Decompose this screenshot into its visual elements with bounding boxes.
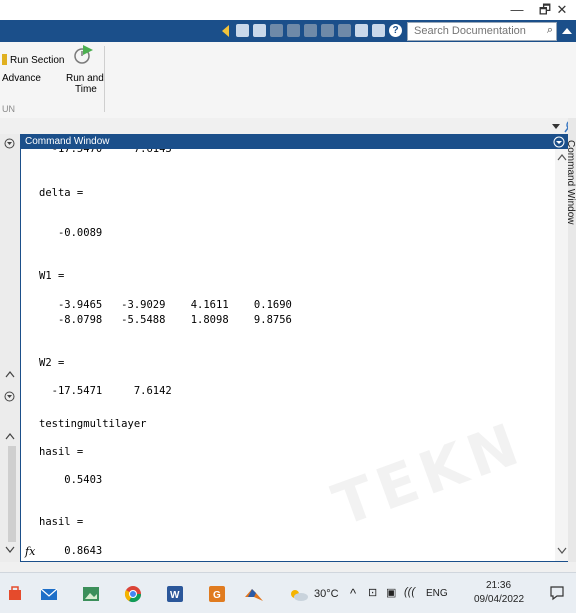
current-folder-bar xyxy=(0,118,576,134)
command-output-line: -0.0089 xyxy=(39,227,103,239)
command-output-line: W2 = xyxy=(39,357,65,369)
undo-icon[interactable] xyxy=(304,24,317,37)
ppt-app-icon[interactable]: G xyxy=(208,585,226,603)
panel-options-icon-2[interactable] xyxy=(4,391,15,402)
save-icon[interactable] xyxy=(253,24,266,37)
svg-text:W: W xyxy=(170,590,180,601)
command-output-line: delta = xyxy=(39,187,84,199)
quick-access-toolbar: ? ⌕ xyxy=(0,20,576,42)
search-box[interactable]: ⌕ xyxy=(407,22,557,41)
ribbon: Run Section Advance Run and Time UN xyxy=(0,42,576,119)
network-icon[interactable]: ⊡ xyxy=(368,586,377,599)
run-and-time-label-2[interactable]: Time xyxy=(75,84,97,95)
chevron-up-icon-2[interactable] xyxy=(5,432,15,440)
command-output-line: -8.0798 -5.5488 1.8098 9.8756 xyxy=(39,314,292,326)
display-icon[interactable]: ▣ xyxy=(386,586,396,599)
clock-time[interactable]: 21:36 xyxy=(486,580,511,591)
left-panel xyxy=(0,134,21,562)
chevron-left-icon[interactable] xyxy=(219,24,233,38)
command-window-titlebar[interactable]: Command Window xyxy=(21,135,569,149)
run-and-time-icon[interactable] xyxy=(72,44,94,66)
photos-icon[interactable] xyxy=(82,585,100,603)
word-icon[interactable]: W xyxy=(166,585,184,603)
advance-button[interactable]: Advance xyxy=(2,73,41,84)
store-icon[interactable] xyxy=(6,585,24,603)
cut-icon[interactable] xyxy=(270,24,283,37)
copy-icon[interactable] xyxy=(236,24,249,37)
taskbar: W G 30°C ^ ⊡ ▣ ((( ENG 21:36 09/04/2022 xyxy=(0,572,576,613)
scrollbar-thumb[interactable] xyxy=(8,446,16,542)
command-window-dock-tab[interactable]: Command Window xyxy=(568,140,576,260)
close-button[interactable]: ✕ xyxy=(548,0,576,20)
scroll-down-icon[interactable] xyxy=(557,547,567,555)
command-window-title: Command Window xyxy=(25,136,110,147)
command-output-line: testingmultilayer xyxy=(39,418,147,430)
run-and-time-label-1[interactable]: Run and xyxy=(66,73,104,84)
chevron-down-icon[interactable] xyxy=(5,546,15,554)
command-scrollbar[interactable] xyxy=(555,149,569,561)
command-output-line: -3.9465 -3.9029 4.1611 0.1690 xyxy=(39,299,292,311)
notification-icon[interactable] xyxy=(549,585,565,601)
dock-tab-label: Command Window xyxy=(568,140,576,225)
chevron-up-icon[interactable]: ^ xyxy=(350,586,356,601)
help-icon[interactable]: ? xyxy=(389,24,402,37)
print-icon[interactable] xyxy=(372,24,385,37)
command-output-line: -17.5471 7.6142 xyxy=(39,385,172,397)
search-icon[interactable]: ⌕ xyxy=(547,24,553,37)
search-input[interactable] xyxy=(408,23,534,38)
panel-options-icon[interactable] xyxy=(4,138,15,149)
command-output-line: -17.5470 7.6143 xyxy=(39,149,172,155)
dropdown-arrow-icon[interactable] xyxy=(552,122,560,130)
language-indicator[interactable]: ENG xyxy=(426,588,448,599)
matlab-icon[interactable] xyxy=(244,585,263,603)
chrome-icon[interactable] xyxy=(124,585,142,603)
svg-text:G: G xyxy=(213,590,221,601)
run-section-button[interactable]: Run Section xyxy=(10,55,64,66)
command-output[interactable]: -17.5470 7.6143 delta = -0.0089 W1 = -3.94… xyxy=(21,149,555,561)
scroll-up-icon[interactable] xyxy=(557,153,567,161)
title-bar: — 🗗 ✕ xyxy=(0,0,576,20)
paste-icon[interactable] xyxy=(287,24,300,37)
mail-icon[interactable] xyxy=(40,585,58,603)
fx-prompt-icon: fx xyxy=(25,545,36,558)
expand-icon[interactable] xyxy=(561,25,573,37)
redo-icon[interactable] xyxy=(321,24,334,37)
command-output-line: 0.5403 xyxy=(39,474,103,486)
layout-icon[interactable] xyxy=(355,24,368,37)
weather-temp[interactable]: 30°C xyxy=(314,588,339,600)
run-section-icon xyxy=(2,54,7,65)
command-output-line: hasil = xyxy=(39,516,84,528)
clock-date[interactable]: 09/04/2022 xyxy=(474,594,524,605)
chevron-up-icon[interactable] xyxy=(5,370,15,378)
command-output-line: W1 = xyxy=(39,270,65,282)
command-window[interactable]: Command Window -17.5470 7.6143 delta = -0… xyxy=(20,134,570,562)
command-output-line: 0.8643 xyxy=(39,545,103,557)
window-options-icon[interactable] xyxy=(553,136,565,148)
ribbon-section-label: UN xyxy=(2,104,15,114)
wifi-icon[interactable]: ((( xyxy=(404,586,415,598)
weather-icon[interactable] xyxy=(288,587,310,606)
ribbon-separator xyxy=(104,46,105,112)
minimize-button[interactable]: — xyxy=(503,0,531,20)
command-output-line: hasil = xyxy=(39,446,84,458)
switch-windows-icon[interactable] xyxy=(338,24,351,37)
